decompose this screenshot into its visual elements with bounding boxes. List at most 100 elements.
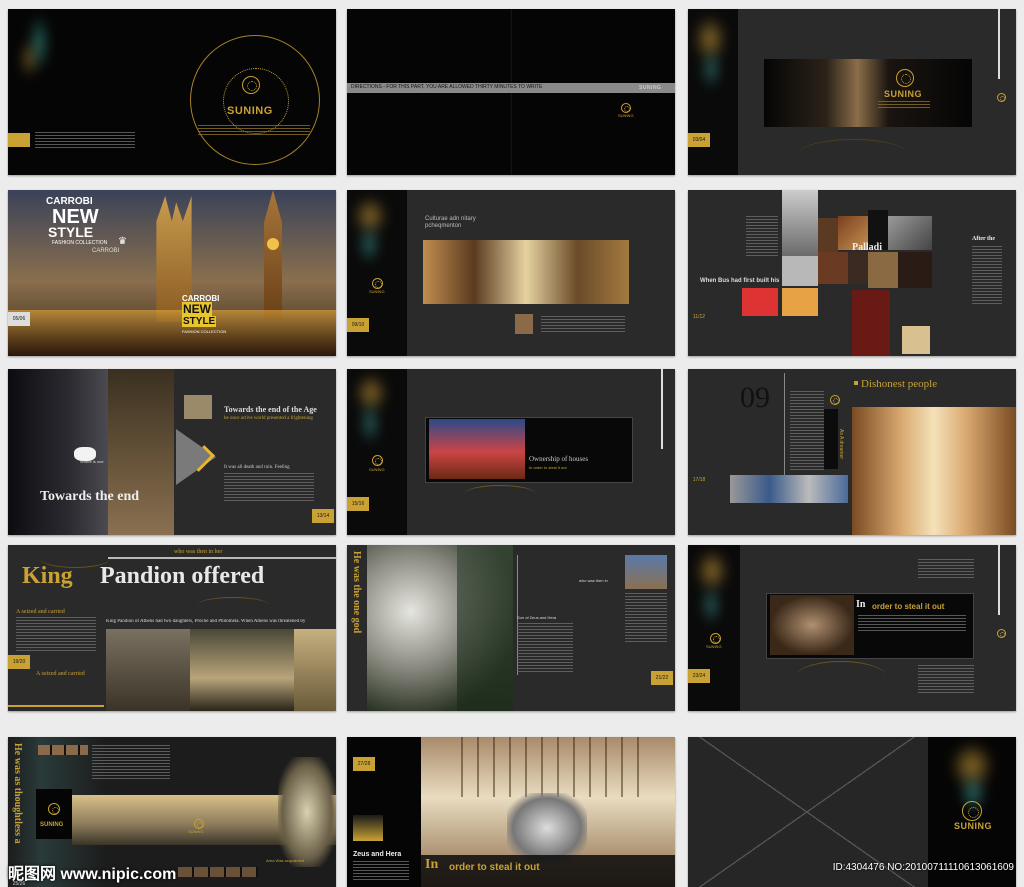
divider — [998, 9, 1000, 79]
big-number: 09 — [740, 381, 770, 414]
spread-19-20[interactable]: who was then in her King Pandion offered… — [8, 545, 336, 711]
body-text — [198, 125, 310, 137]
top-label: who was then in her — [174, 549, 223, 555]
body-text — [517, 623, 573, 673]
body-text — [16, 617, 96, 653]
clock-tower — [264, 190, 282, 320]
spread-15-16[interactable]: SUNING Ownership of houses In order to s… — [347, 369, 675, 535]
river-lights — [8, 310, 336, 356]
sculpture-photo — [770, 595, 854, 655]
page-number: 15/16 — [347, 497, 369, 511]
gold-ornament — [796, 661, 886, 692]
palladi-title: Palladi — [852, 242, 883, 253]
thumb-strip — [178, 867, 258, 877]
monument-photo — [625, 555, 667, 589]
logo-emblem-icon — [372, 455, 383, 466]
page-number: 21/22 — [651, 671, 673, 685]
stormy-sky-photo — [190, 629, 294, 711]
body-text — [918, 559, 974, 579]
brand-small: SUNING — [706, 644, 722, 649]
bullet-label: who was then in — [579, 578, 608, 583]
headline-style: STYLE — [48, 224, 94, 240]
section-title: pcheqmenton — [425, 223, 462, 229]
clock-face-icon — [267, 238, 279, 250]
logo-emblem-icon — [997, 93, 1006, 102]
title-king: King — [22, 563, 73, 589]
spread-01-02[interactable]: SUNING — [8, 9, 336, 175]
spread-02[interactable]: DIRECTIONS - FOR THIS PART, YOU ARE ALLO… — [347, 9, 675, 175]
brand-carrobi: CARROBI — [92, 248, 120, 254]
gold-ornament — [198, 597, 268, 612]
page-number: 19/20 — [8, 655, 30, 669]
section-line: It was all death and ruin. Feeling — [224, 465, 290, 470]
body-text — [746, 216, 778, 256]
brand-name: SUNING — [954, 821, 993, 831]
heading-in: In — [856, 599, 866, 610]
page-number: 11/12 — [692, 314, 706, 320]
spread-05-06[interactable]: CARROBI NEW STYLE FASHION COLLECTION ♛ C… — [8, 190, 336, 356]
grey-block — [782, 256, 818, 286]
page-number: 13/14 — [312, 509, 334, 523]
spread-09-10[interactable]: SUNING Culturae adn nitary pcheqmenton 0… — [347, 190, 675, 356]
room-photo — [818, 252, 848, 284]
logo-emblem-icon — [962, 801, 982, 821]
dark-column — [824, 409, 838, 469]
banner-text: DIRECTIONS - FOR THIS PART, YOU ARE ALLO… — [351, 84, 543, 90]
page-number — [8, 133, 30, 147]
street-photo — [429, 419, 525, 479]
fashion-collection: FASHION COLLECTION — [52, 240, 108, 246]
big-title: Towards the end — [40, 489, 140, 504]
after-title: After the — [972, 236, 996, 242]
spread-13-14[interactable]: Towards the end of the Age be once activ… — [8, 369, 336, 535]
logo-emblem-icon — [372, 278, 383, 289]
logo-emblem-icon — [194, 819, 204, 829]
small-label: Where is one — [80, 459, 104, 464]
chair-photo — [902, 326, 930, 354]
headline-new: NEW — [182, 302, 212, 316]
caption-text: When Bus had first built his — [700, 278, 779, 284]
spread-17-18[interactable]: 09 As A dreamer Dishonest people 17/18 — [688, 369, 1016, 535]
statue-photo — [782, 190, 818, 256]
body-band: King Pandion of Athens had two daughters… — [106, 619, 306, 624]
brand-small: SUNING — [618, 113, 634, 118]
violinist-photo — [764, 59, 972, 127]
body-text — [224, 473, 314, 503]
brand-name: SUNING — [884, 89, 923, 99]
spread-11-12[interactable]: When Bus had first built his Palladi Aft… — [688, 190, 1016, 356]
smoke-decoration — [702, 585, 720, 625]
spread-23-24[interactable]: SUNING In order to steal it out 23/24 — [688, 545, 1016, 711]
brand-small: SUNING — [188, 829, 204, 834]
room-thumb — [353, 815, 383, 841]
smoke-decoration — [359, 224, 379, 264]
site-watermark: 昵图网 www.nipic.com — [8, 866, 177, 883]
divider — [998, 545, 1000, 615]
body-text — [625, 593, 667, 643]
spread-21-22[interactable]: He was the one god Son of Zeus and Hera … — [347, 545, 675, 711]
gold-ornament — [465, 485, 535, 502]
section-heading: Towards the end of the Age — [224, 405, 317, 414]
logo-emblem-icon — [896, 69, 914, 87]
building-photo — [294, 629, 336, 711]
logo-emblem-icon — [710, 633, 721, 644]
body-text — [790, 391, 824, 471]
thumb-photo — [515, 314, 533, 334]
red-panel — [852, 290, 890, 356]
body-text — [972, 246, 1002, 306]
vertical-title: He was the one god — [351, 551, 362, 634]
gate-photo — [108, 369, 174, 535]
statue-photo — [278, 757, 336, 867]
divider — [8, 705, 104, 707]
brand-small: SUNING — [369, 467, 385, 472]
spread-27-28[interactable]: 27/28 Zeus and Hera In order to steal it… — [347, 737, 675, 887]
page-number: 05/06 — [8, 312, 30, 326]
bullet-square-icon — [854, 381, 858, 385]
section-subheading: In order to steal it out — [529, 465, 567, 470]
divider — [108, 557, 336, 559]
caption-text: When Bus had first built his — [700, 278, 780, 284]
seized-label: A seized and carried — [16, 609, 65, 615]
logo-emblem-icon — [242, 76, 260, 94]
caption-label: Area Was acquainted — [266, 858, 305, 863]
vertical-label: As A dreamer — [838, 429, 844, 460]
spread-03-04[interactable]: SUNING 03/04 — [688, 9, 1016, 175]
heading-rest: order to steal it out — [449, 862, 540, 873]
